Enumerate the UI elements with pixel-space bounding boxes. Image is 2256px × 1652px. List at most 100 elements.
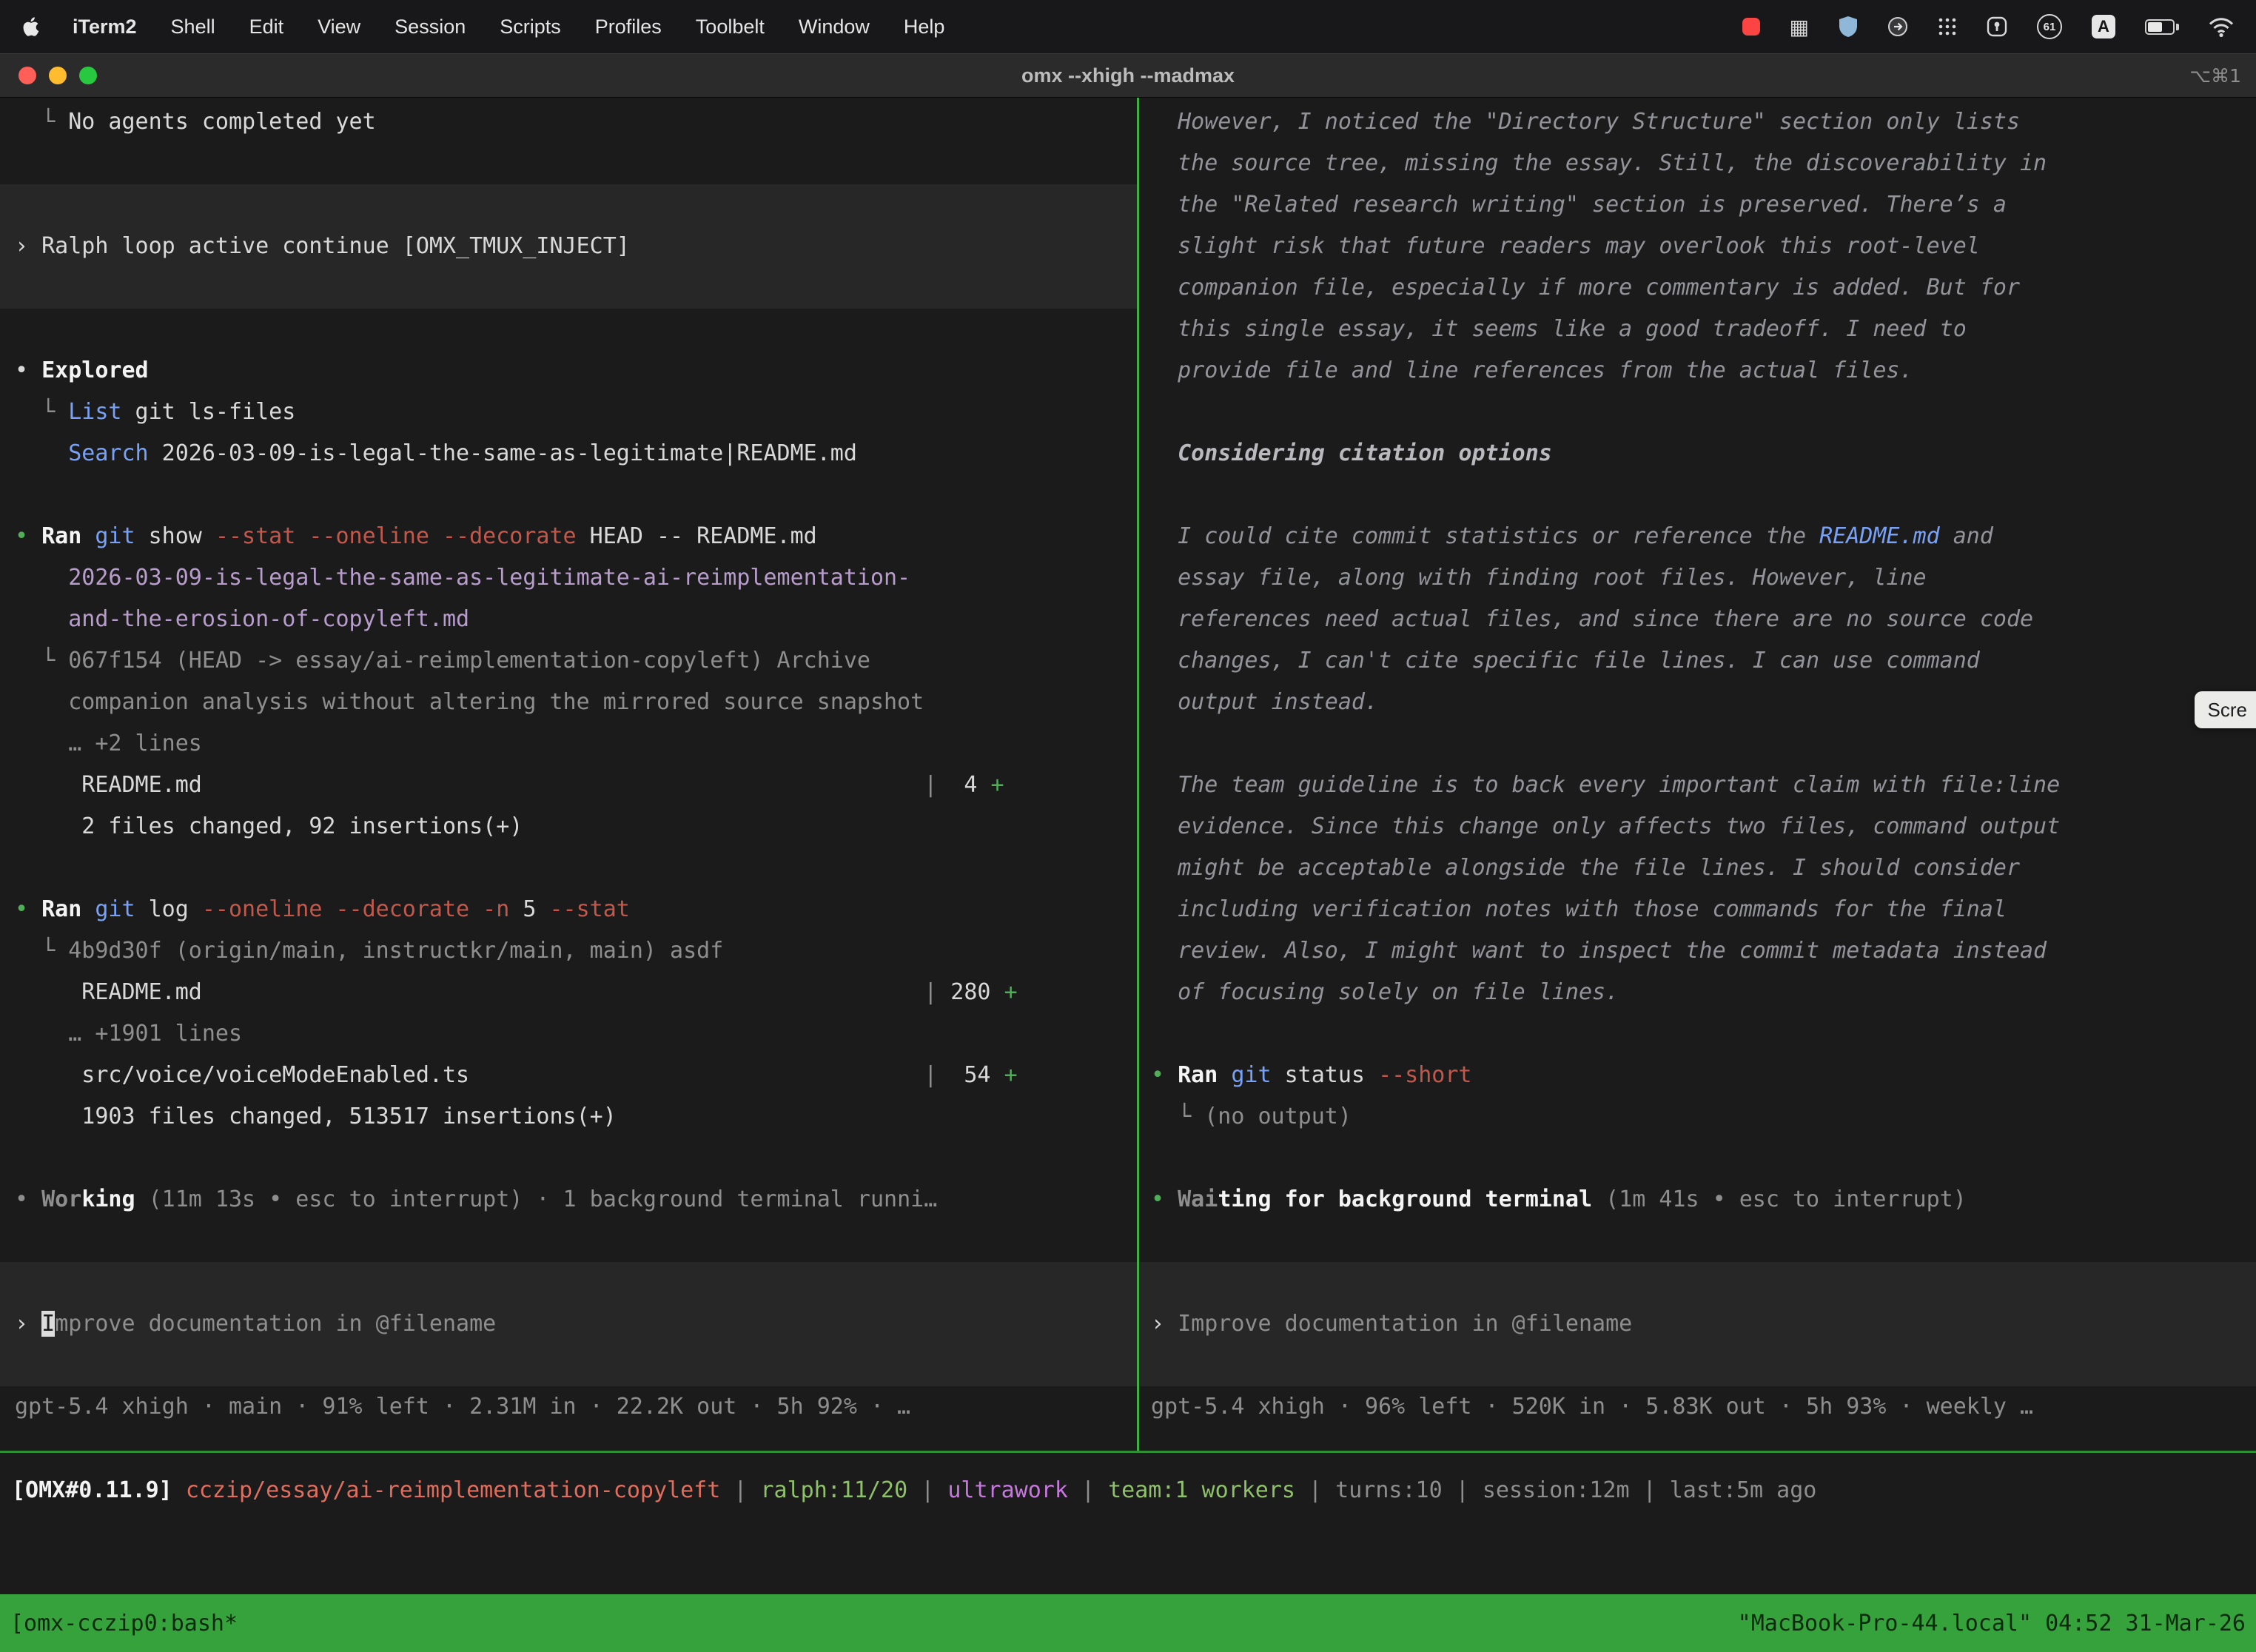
- text-segment: git: [95, 896, 135, 922]
- text-segment: 5: [523, 896, 549, 922]
- text-segment: └ 067f154 (HEAD -> essay/ai-reimplementa…: [15, 648, 870, 674]
- terminal-line: [1151, 1220, 2256, 1262]
- text-segment: +: [991, 772, 1004, 798]
- minimize-button[interactable]: [49, 67, 67, 84]
- text-segment: I could cite commit statistics or refere…: [1151, 523, 1819, 549]
- text-segment: essay file, along with finding root file…: [1151, 565, 1927, 591]
- text-segment: •: [15, 523, 41, 549]
- text-segment: › Ralph loop active continue [OMX_TMUX_I…: [15, 233, 630, 259]
- terminal-line: [1151, 1138, 2256, 1179]
- screen-share-tooltip[interactable]: Scre: [2195, 691, 2256, 728]
- text-segment: |: [907, 1477, 947, 1503]
- menu-edit[interactable]: Edit: [249, 16, 284, 38]
- text-segment: show: [135, 523, 215, 549]
- terminal-line: └ 067f154 (HEAD -> essay/ai-reimplementa…: [15, 640, 1137, 682]
- terminal-line: this single essay, it seems like a good …: [1151, 309, 2256, 350]
- terminal-line: provide file and line references from th…: [1151, 350, 2256, 392]
- terminal-line: [15, 1138, 1137, 1179]
- tmux-status-bar: [omx-cczip0:bash* "MacBook-Pro-44.local"…: [0, 1594, 2256, 1652]
- battery-percentage-icon[interactable]: 61: [2037, 14, 2062, 39]
- ralph-inject-box: › Ralph loop active continue [OMX_TMUX_I…: [0, 184, 1137, 309]
- dots-grid-icon[interactable]: [1938, 17, 1957, 36]
- menu-bar: iTerm2 Shell Edit View Session Scripts Profile…: [0, 0, 2256, 53]
- text-segment: mprove documentation in @filename: [55, 1311, 496, 1337]
- text-segment: Improve documentation in @filename: [1178, 1311, 1632, 1337]
- terminal-line: └ No agents completed yet: [15, 101, 1137, 143]
- terminal-line: companion file, especially if more comme…: [1151, 267, 2256, 309]
- keyboard-icon[interactable]: ▦: [1790, 15, 1809, 39]
- text-segment: [81, 896, 95, 922]
- text-segment: Considering citation options: [1151, 440, 1552, 466]
- password-key-icon[interactable]: [1987, 16, 2007, 37]
- text-segment: log: [135, 896, 202, 922]
- wifi-icon[interactable]: [2209, 17, 2234, 37]
- text-segment: •: [15, 896, 41, 922]
- terminal-line: [1151, 723, 2256, 765]
- text-segment: 4: [937, 772, 990, 798]
- screen-recording-indicator[interactable]: [1742, 18, 1760, 36]
- text-segment: provide file and line references from th…: [1151, 357, 1913, 383]
- menu-help[interactable]: Help: [904, 16, 945, 38]
- text-segment: ralph:11/20: [760, 1477, 907, 1503]
- text-segment: └: [15, 399, 68, 425]
- prompt-input-right[interactable]: › Improve documentation in @filename: [1139, 1262, 2256, 1386]
- menu-window[interactable]: Window: [799, 16, 870, 38]
- apple-menu-icon[interactable]: [22, 16, 41, 38]
- text-segment: 54: [937, 1062, 1004, 1088]
- text-segment: (11m 13s • esc to interrupt) · 1 backgro…: [135, 1186, 938, 1212]
- terminal-line: └ (no output): [1151, 1096, 2256, 1138]
- prompt-input-left[interactable]: › Improve documentation in @filename: [0, 1262, 1137, 1386]
- disc-icon[interactable]: [1887, 16, 1908, 37]
- terminal-line: 2 files changed, 92 insertions(+): [15, 806, 1137, 847]
- text-segment: I: [41, 1311, 55, 1337]
- battery-icon[interactable]: [2145, 19, 2179, 35]
- text-segment: 280: [937, 979, 1004, 1005]
- terminal-line: [15, 474, 1137, 516]
- terminal-line: … +2 lines: [15, 723, 1137, 765]
- terminal-line: 2026-03-09-is-legal-the-same-as-legitima…: [15, 557, 1137, 599]
- text-segment: |: [1068, 1477, 1108, 1503]
- menu-session[interactable]: Session: [395, 16, 466, 38]
- terminal-line: gpt-5.4 xhigh · main · 91% left · 2.31M …: [15, 1386, 1137, 1428]
- terminal-line: [15, 847, 1137, 889]
- menu-view[interactable]: View: [318, 16, 360, 38]
- pane-horizontal-border: [0, 1451, 2256, 1453]
- text-segment: |: [924, 979, 937, 1005]
- terminal-line: However, I noticed the "Directory Struct…: [1151, 101, 2256, 143]
- tmux-session-window[interactable]: [omx-cczip0:bash*: [10, 1611, 238, 1636]
- text-segment: slight risk that future readers may over…: [1151, 233, 1980, 259]
- menu-scripts[interactable]: Scripts: [500, 16, 561, 38]
- menu-iterm2[interactable]: iTerm2: [73, 16, 137, 38]
- input-source-icon[interactable]: A: [2092, 15, 2115, 38]
- terminal-line: The team guideline is to back every impo…: [1151, 765, 2256, 806]
- text-segment: Ran: [41, 896, 81, 922]
- terminal-area: └ No agents completed yet › Ralph loop ac…: [0, 98, 2256, 1451]
- text-segment: src/voice/voiceModeEnabled.ts: [15, 1062, 924, 1088]
- terminal-line: changes, I can't cite specific file line…: [1151, 640, 2256, 682]
- text-segment: … +2 lines: [15, 731, 202, 756]
- text-segment: git ls-files: [122, 399, 296, 425]
- terminal-line: I could cite commit statistics or refere…: [1151, 516, 2256, 557]
- terminal-left-pane[interactable]: └ No agents completed yet › Ralph loop ac…: [0, 98, 1137, 1451]
- menu-shell[interactable]: Shell: [171, 16, 215, 38]
- text-segment: --short: [1378, 1062, 1471, 1088]
- traffic-lights: [0, 67, 97, 84]
- terminal-right-pane[interactable]: However, I noticed the "Directory Struct…: [1139, 98, 2256, 1451]
- text-segment: README.md: [15, 772, 924, 798]
- terminal-line: [1151, 392, 2256, 433]
- text-segment: git: [1231, 1062, 1271, 1088]
- terminal-line: gpt-5.4 xhigh · 96% left · 520K in · 5.8…: [1151, 1386, 2256, 1428]
- window-shortcut-badge: ⌥⌘1: [2189, 65, 2241, 87]
- shield-icon[interactable]: [1839, 16, 1858, 38]
- close-button[interactable]: [19, 67, 36, 84]
- text-segment: |: [720, 1477, 760, 1503]
- text-segment: |: [924, 1062, 937, 1088]
- terminal-line: the source tree, missing the essay. Stil…: [1151, 143, 2256, 184]
- text-segment: •: [15, 1186, 41, 1212]
- text-segment: •: [15, 357, 41, 383]
- menu-profiles[interactable]: Profiles: [595, 16, 662, 38]
- terminal-line: README.md | 280 +: [15, 972, 1137, 1013]
- zoom-button[interactable]: [79, 67, 97, 84]
- menu-toolbelt[interactable]: Toolbelt: [696, 16, 765, 38]
- terminal-line: src/voice/voiceModeEnabled.ts | 54 +: [15, 1055, 1137, 1096]
